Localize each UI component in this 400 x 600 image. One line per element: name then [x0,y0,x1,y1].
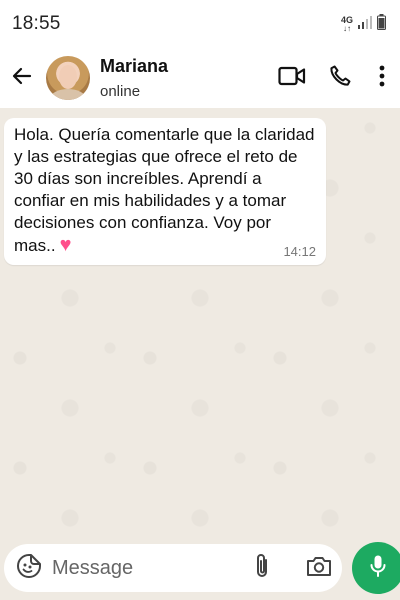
back-arrow-icon [10,64,34,93]
battery-icon [377,13,386,35]
message-time: 14:12 [283,244,316,259]
status-icons: 4G ↓↑ [341,13,386,35]
status-bar: 18:55 4G ↓↑ [0,0,400,48]
message-text-wrapper: Hola. Quería comentarle que la claridad … [14,124,316,257]
header-actions [268,58,400,98]
camera-icon [306,555,332,582]
message-composer [0,540,400,600]
status-time: 18:55 [12,13,61,34]
message-bubble-incoming[interactable]: Hola. Quería comentarle que la claridad … [4,118,326,265]
signal-icon [357,15,373,34]
sticker-emoji-icon [16,553,42,584]
contact-status: online [100,83,141,100]
video-call-button[interactable] [268,58,316,98]
data-arrows-icon: ↓↑ [342,23,351,33]
paperclip-icon [253,552,271,585]
voice-call-button[interactable] [316,58,364,98]
message-input[interactable] [52,556,232,580]
camera-button[interactable] [301,550,337,586]
microphone-icon [369,554,387,583]
contact-info[interactable]: Mariana online [100,56,268,100]
attach-button[interactable] [244,550,280,586]
contact-name: Mariana [100,56,169,76]
chat-header: Mariana online [0,48,400,108]
phone-icon [328,64,352,93]
heart-emoji-icon: ♥ [59,234,72,256]
voice-message-button[interactable] [352,542,400,594]
network-indicator: 4G ↓↑ [341,15,353,33]
input-box [4,544,342,592]
video-call-icon [278,65,306,92]
back-button[interactable] [4,58,40,98]
chat-area[interactable]: Hola. Quería comentarle que la claridad … [0,108,400,540]
more-options-icon [379,65,385,92]
sticker-button[interactable] [12,551,46,585]
more-options-button[interactable] [364,58,400,98]
avatar[interactable] [46,56,90,100]
